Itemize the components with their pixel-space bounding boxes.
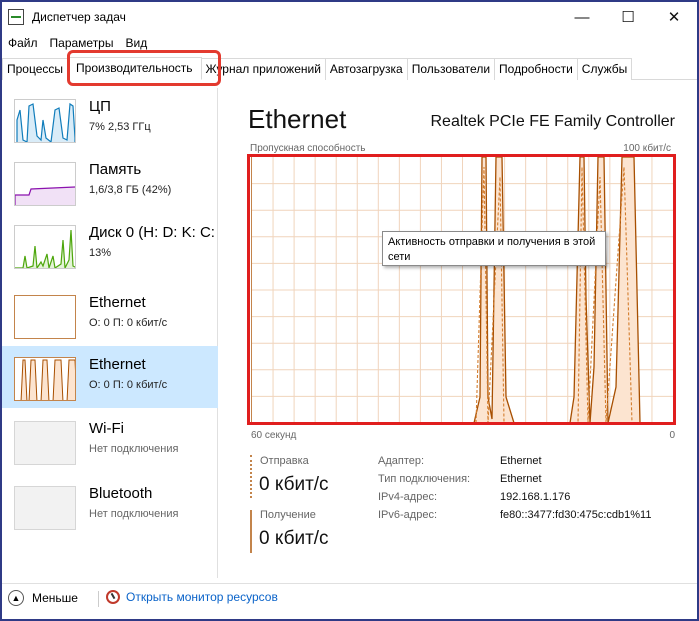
bluetooth-thumbnail-graph [14, 486, 76, 530]
menu-options[interactable]: Параметры [44, 34, 120, 52]
ethernet1-thumbnail-graph [14, 295, 76, 339]
adapter-name: Realtek PCIe FE Family Controller [430, 113, 675, 130]
send-value: 0 кбит/с [259, 474, 329, 495]
close-button[interactable]: ✕ [651, 2, 697, 32]
sidebar-item-ethernet-1[interactable]: Ethernet О: 0 П: 0 кбит/с [2, 284, 218, 346]
sidebar-ethernet2-name: Ethernet [89, 356, 146, 373]
tab-processes[interactable]: Процессы [2, 58, 69, 80]
sidebar-disk-sub: 13% [89, 247, 112, 259]
resource-monitor-icon [106, 590, 120, 604]
prop-key: IPv4-адрес: [378, 491, 438, 503]
sidebar-memory-name: Память [89, 161, 142, 178]
chevron-up-icon: ▲ [8, 590, 24, 606]
task-manager-icon [8, 9, 24, 25]
sidebar-item-ethernet-2[interactable]: Ethernet О: 0 П: 0 кбит/с [2, 346, 218, 408]
graph-grid [252, 157, 673, 423]
menu-view[interactable]: Вид [119, 34, 153, 52]
receive-legend-bar [250, 510, 252, 553]
footer-bar: ▲ Меньше Открыть монитор ресурсов [2, 583, 697, 613]
graph-label-throughput: Пропускная способность [250, 143, 366, 154]
resource-sidebar: ЦП 7% 2,53 ГГц Память 1,6/3,8 ГБ (42%) Д… [2, 88, 218, 578]
wifi-thumbnail-graph [14, 421, 76, 465]
sidebar-item-memory[interactable]: Память 1,6/3,8 ГБ (42%) [2, 151, 218, 213]
tab-performance[interactable]: Производительность [67, 57, 202, 80]
sidebar-disk-name: Диск 0 (H: D: K: C: [89, 224, 215, 241]
graph-tooltip: Активность отправки и получения в этой с… [382, 231, 606, 266]
sidebar-cpu-name: ЦП [89, 98, 111, 115]
fewer-details-label: Меньше [32, 591, 78, 605]
sidebar-ethernet2-sub: О: 0 П: 0 кбит/с [89, 379, 168, 391]
sidebar-ethernet1-name: Ethernet [89, 294, 146, 311]
title-bar[interactable]: Диспетчер задач — ☐ ✕ [2, 2, 697, 32]
prop-value: fe80::3477:fd30:475c:cdb1%11 [500, 509, 652, 521]
window-title: Диспетчер задач [32, 10, 126, 24]
sidebar-item-cpu[interactable]: ЦП 7% 2,53 ГГц [2, 88, 218, 150]
receive-label: Получение [260, 509, 316, 521]
sidebar-wifi-name: Wi-Fi [89, 420, 124, 437]
sidebar-wifi-sub: Нет подключения [89, 443, 179, 455]
tab-services[interactable]: Службы [576, 58, 633, 80]
prop-key: IPv6-адрес: [378, 509, 438, 521]
graph-label-seconds: 60 секунд [251, 430, 297, 441]
graph-label-zero: 0 [669, 430, 675, 441]
tab-app-history[interactable]: Журнал приложений [200, 58, 326, 80]
sidebar-item-bluetooth[interactable]: Bluetooth Нет подключения [2, 475, 218, 537]
window-controls: — ☐ ✕ [559, 2, 697, 32]
tab-details[interactable]: Подробности [494, 58, 578, 80]
page-title: Ethernet [248, 104, 347, 134]
sidebar-cpu-sub: 7% 2,53 ГГц [89, 121, 151, 133]
footer-separator [98, 591, 99, 607]
receive-value: 0 кбит/с [259, 528, 329, 549]
maximize-button[interactable]: ☐ [605, 2, 651, 32]
sidebar-item-disk[interactable]: Диск 0 (H: D: K: C: 13% [2, 214, 218, 276]
graph-label-max: 100 кбит/с [623, 143, 671, 154]
sidebar-item-wifi[interactable]: Wi-Fi Нет подключения [2, 410, 218, 472]
minimize-button[interactable]: — [559, 2, 605, 32]
prop-key: Тип подключения: [378, 473, 471, 485]
prop-value: Ethernet [500, 473, 542, 485]
send-legend-bar [250, 455, 252, 498]
prop-value: 192.168.1.176 [500, 491, 571, 503]
tab-startup[interactable]: Автозагрузка [324, 58, 408, 80]
open-resource-monitor-link[interactable]: Открыть монитор ресурсов [106, 590, 278, 604]
prop-value: Ethernet [500, 455, 542, 467]
ethernet2-thumbnail-graph [14, 357, 76, 401]
sidebar-bluetooth-name: Bluetooth [89, 485, 153, 502]
menu-bar: Файл Параметры Вид [2, 34, 153, 52]
prop-key: Адаптер: [378, 455, 425, 467]
resource-monitor-label: Открыть монитор ресурсов [126, 590, 278, 604]
sidebar-memory-sub: 1,6/3,8 ГБ (42%) [89, 184, 172, 196]
cpu-thumbnail-graph [14, 99, 76, 143]
sidebar-bluetooth-sub: Нет подключения [89, 508, 179, 520]
disk-thumbnail-graph [14, 225, 76, 269]
tab-users[interactable]: Пользователи [406, 58, 496, 80]
menu-file[interactable]: Файл [2, 34, 44, 52]
memory-thumbnail-graph [14, 162, 76, 206]
throughput-graph[interactable] [251, 156, 674, 424]
sidebar-ethernet1-sub: О: 0 П: 0 кбит/с [89, 317, 168, 329]
fewer-details-button[interactable]: ▲ Меньше [8, 590, 78, 606]
tab-strip: Процессы Производительность Журнал прило… [2, 57, 697, 80]
send-label: Отправка [260, 455, 309, 467]
